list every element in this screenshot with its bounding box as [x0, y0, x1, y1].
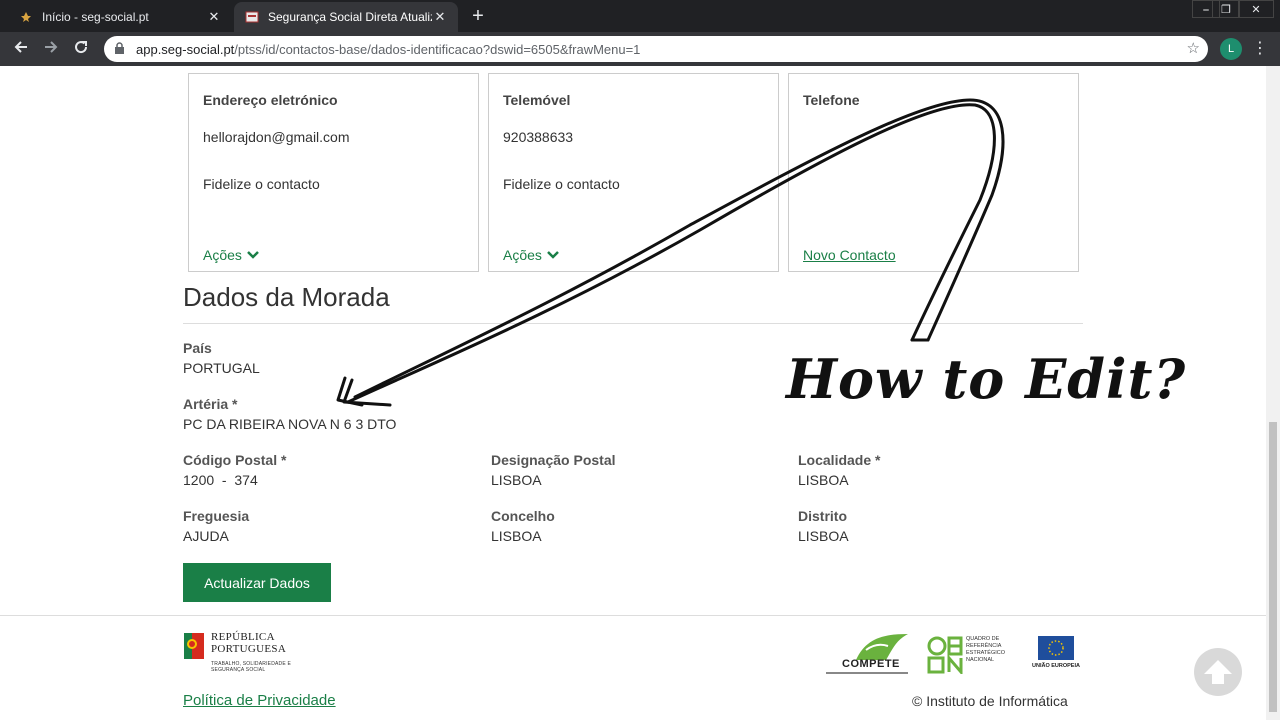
scroll-to-top-button[interactable] — [1194, 648, 1242, 696]
field-freguesia: Freguesia AJUDA — [183, 508, 249, 544]
qren-logo: QUADRO DE REFERÊNCIA ESTRATÉGICO NACIONA… — [927, 636, 1017, 676]
actions-dropdown[interactable]: Ações — [503, 247, 559, 263]
compete-text: COMPETE — [842, 658, 900, 670]
republica-emblem-icon — [184, 633, 204, 659]
fidelize-text: Fidelize o contacto — [503, 176, 620, 192]
compete-logo: COMPETE — [826, 632, 910, 676]
chevron-down-icon — [547, 248, 559, 262]
eu-logo: UNIÃO EUROPEIA — [1028, 636, 1084, 676]
reload-icon[interactable] — [68, 36, 94, 62]
back-arrow-icon[interactable] — [8, 36, 34, 62]
seg-social-favicon-icon — [244, 9, 260, 25]
field-value: PC DA RIBEIRA NOVA N 6 3 DTO — [183, 416, 397, 432]
field-value: LISBOA — [491, 472, 542, 488]
privacy-policy-link[interactable]: Política de Privacidade — [183, 692, 336, 709]
contact-card-phone: Telefone Novo Contacto — [788, 73, 1079, 272]
contact-card-email: Endereço eletrónico hellorajdon@gmail.co… — [188, 73, 479, 272]
email-value: hellorajdon@gmail.com — [203, 129, 350, 145]
field-value: 1200 - 374 — [183, 472, 258, 488]
ue-text: UNIÃO EUROPEIA — [1032, 663, 1080, 669]
fidelize-text: Fidelize o contacto — [203, 176, 320, 192]
tab-close-icon[interactable]: ✕ — [206, 9, 222, 25]
field-designacao-postal: Designação Postal LISBOA — [491, 452, 616, 488]
mobile-value: 920388633 — [503, 129, 574, 145]
field-value: AJUDA — [183, 528, 229, 544]
arrow-up-icon — [1204, 660, 1232, 684]
field-label: Localidade * — [798, 452, 881, 468]
browser-menu-icon[interactable]: ⋮ — [1252, 38, 1268, 60]
field-label: Artéria * — [183, 396, 238, 412]
url-host: app.seg-social.pt — [136, 41, 235, 57]
ministry-text: TRABALHO, SOLIDARIEDADE E SEGURANÇA SOCI… — [211, 661, 292, 673]
field-distrito: Distrito LISBOA — [798, 508, 849, 544]
actions-dropdown[interactable]: Ações — [203, 247, 259, 263]
qren-text: QUADRO DE REFERÊNCIA ESTRATÉGICO NACIONA… — [966, 636, 1006, 663]
url-path: /ptss/id/contactos-base/dados-identifica… — [234, 41, 641, 57]
tab-title: Segurança Social Direta Atualiza — [268, 10, 432, 24]
page-scrollbar[interactable] — [1266, 66, 1280, 720]
republica-portuguesa-logo: REPÚBLICA PORTUGUESA TRABALHO, SOLIDARIE… — [183, 630, 293, 678]
seg-social-favicon-icon — [18, 9, 34, 25]
field-arteria: Artéria * PC DA RIBEIRA NOVA N 6 3 DTO — [183, 396, 396, 432]
field-pais: País PORTUGAL — [183, 340, 260, 376]
field-label: Distrito — [798, 508, 847, 524]
tab-title: Início - seg-social.pt — [42, 10, 149, 24]
page-content: Endereço eletrónico hellorajdon@gmail.co… — [0, 66, 1266, 720]
address-bar[interactable]: app.seg-social.pt/ptss/id/contactos-base… — [104, 36, 1208, 62]
close-window-icon[interactable]: ✕ — [1238, 0, 1274, 18]
chevron-down-icon — [247, 248, 259, 262]
field-value: LISBOA — [798, 528, 849, 544]
card-title: Endereço eletrónico — [203, 92, 338, 108]
field-value: LISBOA — [798, 472, 849, 488]
forward-arrow-icon[interactable] — [38, 36, 64, 62]
field-label: Concelho — [491, 508, 555, 524]
scrollbar-thumb[interactable] — [1269, 422, 1277, 712]
new-tab-button[interactable]: + — [466, 4, 490, 28]
restore-icon[interactable]: ❐ — [1212, 0, 1240, 18]
tab-inicio[interactable]: Início - seg-social.pt ✕ — [8, 2, 232, 32]
actions-label: Ações — [203, 247, 242, 263]
field-codigo-postal: Código Postal * 1200 - 374 — [183, 452, 286, 488]
browser-toolbar: app.seg-social.pt/ptss/id/contactos-base… — [0, 32, 1280, 66]
republica-text: REPÚBLICA PORTUGUESA — [211, 631, 287, 655]
footer-divider — [0, 615, 1266, 616]
card-title: Telefone — [803, 92, 860, 108]
update-data-button[interactable]: Actualizar Dados — [183, 563, 331, 602]
actions-label: Ações — [503, 247, 542, 263]
field-localidade: Localidade * LISBOA — [798, 452, 880, 488]
profile-avatar[interactable]: L — [1220, 38, 1242, 60]
section-title: Dados da Morada — [183, 282, 390, 312]
field-label: Designação Postal — [491, 452, 616, 468]
field-label: País — [183, 340, 212, 356]
eu-flag-icon — [1038, 636, 1074, 660]
field-label: Código Postal * — [183, 452, 287, 468]
tab-close-icon[interactable]: ✕ — [432, 9, 448, 25]
new-contact-link[interactable]: Novo Contacto — [803, 247, 896, 263]
contact-card-mobile: Telemóvel 920388633 Fidelize o contacto … — [488, 73, 779, 272]
annotation-text: How to Edit? — [786, 347, 1187, 411]
field-label: Freguesia — [183, 508, 250, 524]
card-title: Telemóvel — [503, 92, 571, 108]
tab-seguranca-social[interactable]: Segurança Social Direta Atualiza ✕ — [234, 2, 458, 32]
field-value: PORTUGAL — [183, 360, 260, 376]
field-concelho: Concelho LISBOA — [491, 508, 555, 544]
section-divider — [183, 323, 1083, 324]
bookmark-star-icon[interactable]: ☆ — [1187, 39, 1200, 57]
lock-icon — [114, 42, 128, 56]
field-value: LISBOA — [491, 528, 542, 544]
browser-tab-bar: Início - seg-social.pt ✕ Segurança Socia… — [0, 0, 1280, 32]
copyright-text: © Instituto de Informática — [912, 693, 1068, 709]
